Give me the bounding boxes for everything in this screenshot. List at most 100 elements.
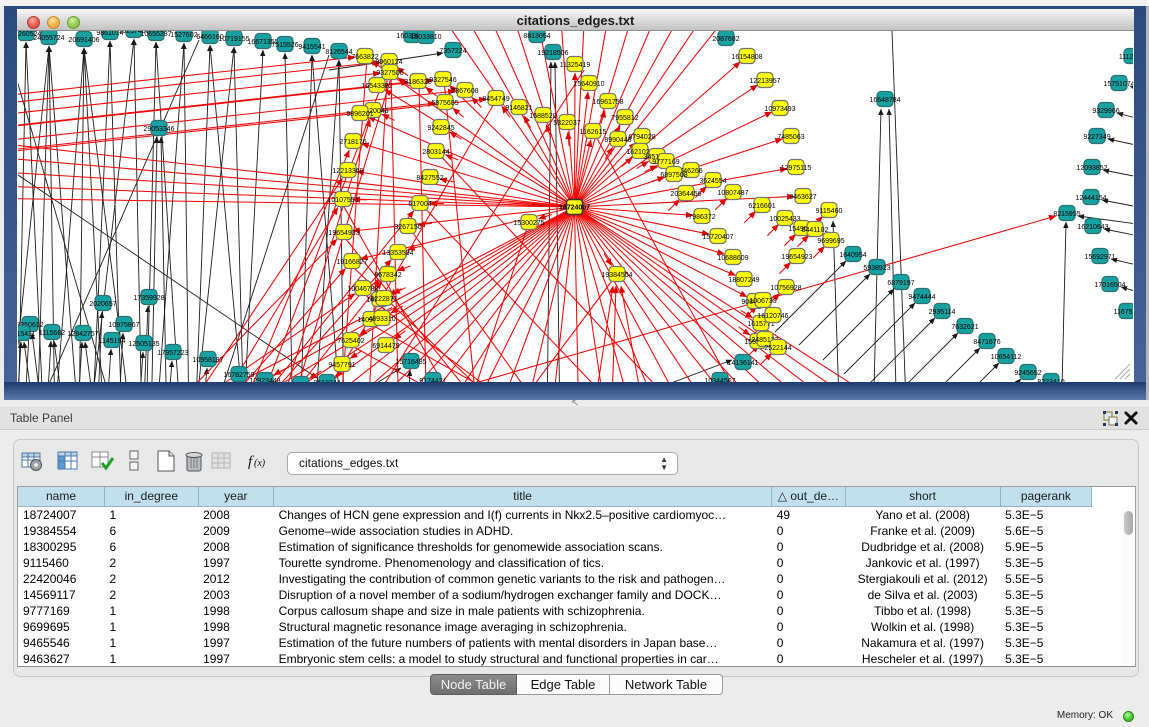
svg-text:19384554: 19384554 [601, 272, 632, 279]
svg-text:9896201: 9896201 [346, 111, 373, 118]
svg-text:6897508: 6897508 [660, 172, 687, 179]
svg-text:16033810: 16033810 [410, 34, 441, 41]
svg-text:10688609: 10688609 [717, 255, 748, 262]
svg-text:5875685: 5875685 [431, 100, 458, 107]
svg-text:10973493: 10973493 [764, 106, 795, 113]
svg-text:8678342: 8678342 [374, 272, 401, 279]
svg-text:10655287: 10655287 [140, 31, 171, 38]
svg-text:11325419: 11325419 [560, 62, 591, 69]
svg-text:10807487: 10807487 [717, 190, 748, 197]
svg-text:20691406: 20691406 [68, 37, 99, 44]
svg-text:12093852: 12093852 [1076, 165, 1107, 172]
svg-text:9327546: 9327546 [429, 77, 456, 84]
svg-text:15300275: 15300275 [513, 220, 544, 227]
svg-text:15751074: 15751074 [1103, 81, 1133, 88]
svg-text:8612344: 8612344 [313, 380, 340, 382]
svg-text:12213369: 12213369 [332, 168, 363, 175]
svg-text:19654933: 19654933 [328, 230, 359, 237]
svg-text:7955812: 7955812 [611, 115, 638, 122]
svg-text:7625402: 7625402 [337, 338, 364, 345]
svg-text:18807249: 18807249 [728, 277, 759, 284]
svg-text:8471676: 8471676 [973, 339, 1000, 346]
svg-text:10107553: 10107553 [327, 197, 358, 204]
svg-text:17016504: 17016504 [1094, 282, 1125, 289]
svg-text:9699695: 9699695 [817, 238, 844, 245]
svg-text:9474444: 9474444 [908, 294, 935, 301]
svg-text:2935114: 2935114 [929, 309, 956, 316]
svg-text:1162615: 1162615 [580, 129, 607, 136]
svg-text:8427552: 8427552 [416, 175, 443, 182]
svg-text:8215955: 8215955 [1053, 211, 1080, 218]
svg-text:9242845: 9242845 [427, 125, 454, 132]
svg-text:3267150: 3267150 [394, 224, 421, 231]
svg-text:12213957: 12213957 [749, 78, 780, 85]
svg-text:(x): (x) [254, 458, 266, 469]
svg-text:9115460: 9115460 [816, 208, 843, 215]
svg-text:7485063: 7485063 [777, 134, 804, 141]
svg-text:8454749: 8454749 [482, 96, 509, 103]
svg-text:15692971: 15692971 [1084, 254, 1115, 261]
svg-text:12923448: 12923448 [249, 378, 280, 382]
svg-text:16961758: 16961758 [592, 99, 623, 106]
svg-text:16154808: 16154808 [731, 54, 762, 61]
svg-text:17957223: 17957223 [157, 350, 188, 357]
svg-text:10344567: 10344567 [704, 378, 735, 382]
svg-text:10756928: 10756928 [770, 285, 801, 292]
svg-text:5938923: 5938923 [863, 265, 890, 272]
svg-text:19654923: 19654923 [781, 254, 812, 261]
svg-text:8813054: 8813054 [523, 33, 550, 40]
svg-text:19166827: 19166827 [336, 259, 367, 266]
svg-text:9174421: 9174421 [419, 378, 446, 382]
svg-text:4893310: 4893310 [368, 316, 395, 323]
svg-text:9146821: 9146821 [505, 105, 532, 112]
svg-text:1145194: 1145194 [99, 338, 126, 345]
svg-text:7357224: 7357224 [439, 48, 466, 55]
svg-text:10975867: 10975867 [108, 322, 139, 329]
svg-text:9463627: 9463627 [789, 194, 816, 201]
svg-text:1167533: 1167533 [1114, 309, 1133, 316]
svg-text:15720407: 15720407 [702, 234, 733, 241]
svg-text:1588520: 1588520 [529, 113, 556, 120]
svg-text:16210643: 16210643 [1077, 224, 1108, 231]
svg-text:1112733: 1112733 [1119, 54, 1133, 61]
svg-text:9327505: 9327505 [376, 70, 403, 77]
svg-text:12942757: 12942757 [67, 331, 98, 338]
svg-text:9457791: 9457791 [328, 362, 355, 369]
svg-text:7515526: 7515526 [271, 42, 298, 49]
svg-text:3624554: 3624554 [699, 178, 726, 185]
svg-text:17359928: 17359928 [133, 295, 164, 302]
svg-text:7986372: 7986372 [688, 214, 715, 221]
svg-text:8222871: 8222871 [370, 296, 397, 303]
svg-text:24055724: 24055724 [33, 35, 64, 42]
svg-text:9329966: 9329966 [1092, 108, 1119, 115]
svg-text:9777169: 9777169 [652, 159, 679, 166]
svg-text:2087682: 2087682 [712, 36, 739, 43]
svg-text:1640954: 1640954 [839, 252, 866, 259]
svg-text:2718176: 2718176 [339, 139, 366, 146]
svg-text:7632621: 7632621 [951, 324, 978, 331]
svg-text:10719155: 10719155 [218, 36, 249, 43]
svg-text:1527602: 1527602 [170, 32, 197, 39]
svg-text:6794028: 6794028 [628, 134, 655, 141]
svg-text:20364456: 20364456 [670, 191, 701, 198]
svg-text:6914479: 6914479 [372, 343, 399, 350]
svg-text:1115682: 1115682 [39, 330, 65, 337]
svg-text:8223410: 8223410 [1037, 379, 1064, 382]
svg-text:14136141: 14136141 [727, 360, 758, 367]
svg-text:3915411: 3915411 [18, 331, 35, 338]
svg-text:6216601: 6216601 [748, 203, 775, 210]
svg-text:2867608: 2867608 [451, 88, 478, 95]
svg-text:10958187: 10958187 [192, 357, 223, 364]
svg-text:16648784: 16648784 [869, 97, 900, 104]
svg-text:5322037: 5322037 [553, 120, 580, 127]
svg-text:6879197: 6879197 [887, 280, 914, 287]
svg-text:16543382: 16543382 [361, 83, 392, 90]
svg-text:2522144: 2522144 [764, 345, 791, 352]
svg-text:8186328: 8186328 [404, 79, 431, 86]
svg-text:10654112: 10654112 [991, 354, 1022, 361]
svg-text:9227349: 9227349 [1083, 134, 1110, 141]
svg-text:12505135: 12505135 [128, 341, 159, 348]
svg-text:15640910: 15640910 [573, 81, 604, 88]
svg-text:13353594: 13353594 [382, 250, 413, 257]
svg-text:12444154: 12444154 [1075, 195, 1106, 202]
